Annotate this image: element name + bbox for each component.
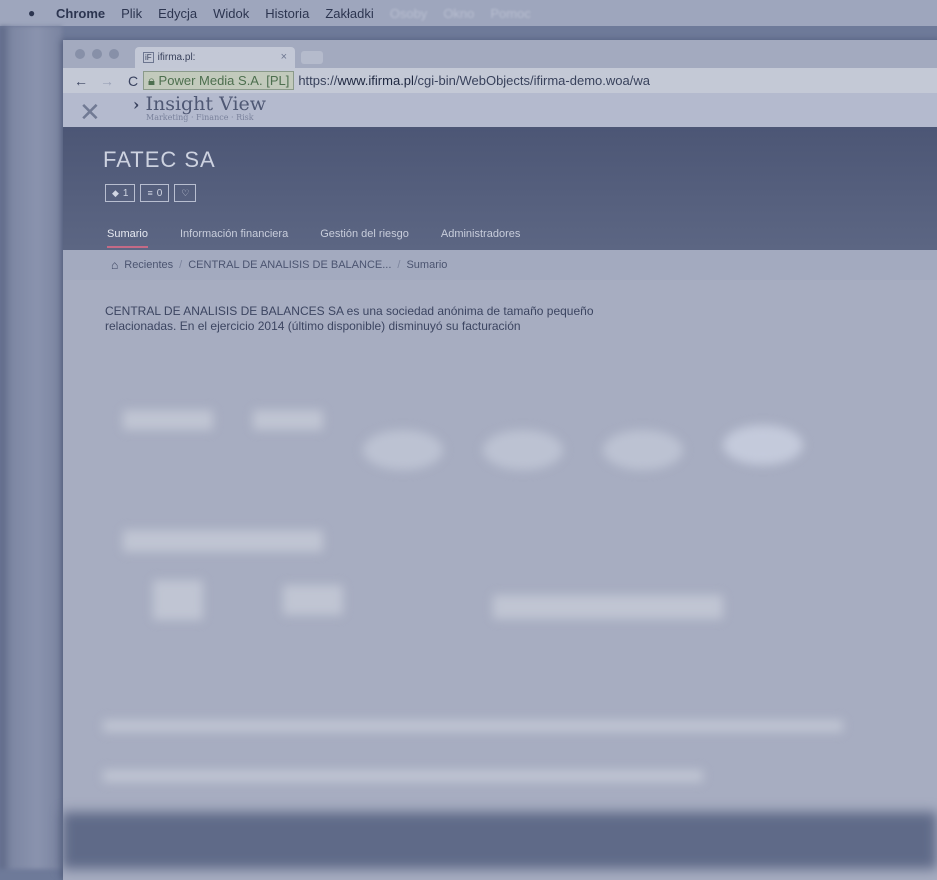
close-window-button[interactable] — [75, 49, 85, 59]
minimize-window-button[interactable] — [92, 49, 102, 59]
breadcrumb-recientes[interactable]: Recientes — [124, 259, 173, 271]
tab-informacion-financiera[interactable]: Información financiera — [180, 228, 288, 248]
chevron-right-icon: › — [133, 95, 140, 114]
tab-title: ifirma.pl: — [157, 52, 196, 63]
summary-gauge — [603, 430, 683, 470]
browser-toolbar: ← → C 🔒︎ Power Media S.A. [PL] https://w… — [63, 68, 937, 93]
new-tab-button[interactable] — [301, 51, 323, 64]
summary-chart-bar — [153, 580, 203, 620]
summary-stat — [253, 410, 323, 430]
url-host: www.ifirma.pl — [337, 73, 414, 88]
close-icon[interactable]: ✕ — [79, 97, 101, 128]
lock-icon: 🔒︎ — [148, 73, 155, 88]
forward-arrow-icon[interactable]: → — [99, 73, 115, 89]
tag-icon: ◆ — [112, 187, 119, 198]
back-arrow-icon[interactable]: ← — [73, 73, 89, 89]
dock — [62, 812, 937, 869]
favorite-badge[interactable]: ♡ — [174, 184, 197, 202]
lists-count: 0 — [156, 187, 163, 199]
insight-view-logo[interactable]: › Insight View — [133, 93, 266, 115]
breadcrumb-current: Sumario — [406, 259, 448, 271]
summary-panel-text — [493, 595, 723, 619]
tab-bar: iF ifirma.pl: × — [63, 40, 937, 68]
summary-gauge — [483, 430, 563, 470]
company-hero: FATEC SA ◆ 1 ≡ 0 ♡ Sumario Información f… — [63, 127, 937, 250]
menu-osoby[interactable]: Osoby — [390, 6, 428, 21]
desktop-background — [0, 26, 62, 869]
close-tab-icon[interactable]: × — [281, 51, 287, 63]
company-name: FATEC SA — [103, 147, 216, 172]
site-header: ✕ › Insight View Marketing · Finance · R… — [63, 93, 937, 127]
summary-content: CENTRAL DE ANALISIS DE BALANCES SA es un… — [63, 280, 937, 880]
menu-widok[interactable]: Widok — [213, 6, 249, 21]
summary-gauge — [723, 425, 803, 465]
tags-badge[interactable]: ◆ 1 — [105, 184, 136, 202]
secure-connection-badge[interactable]: 🔒︎ Power Media S.A. [PL] — [143, 71, 295, 90]
reload-icon[interactable]: C — [125, 73, 141, 89]
menu-okno[interactable]: Okno — [443, 6, 474, 21]
breadcrumb-separator: / — [397, 259, 401, 271]
breadcrumb-separator: / — [179, 259, 183, 271]
apple-icon[interactable]: ● — [28, 6, 40, 20]
logo-title: Insight View — [145, 93, 267, 115]
description-line-2: relacionadas. En el ejercicio 2014 (últi… — [105, 319, 521, 333]
home-icon[interactable]: ⌂ — [111, 258, 118, 272]
summary-panel-header — [123, 530, 323, 552]
section-tabs: Sumario Información financiera Gestión d… — [107, 228, 552, 248]
address-bar[interactable]: 🔒︎ Power Media S.A. [PL] https://www.ifi… — [143, 71, 937, 90]
lists-badge[interactable]: ≡ 0 — [140, 184, 170, 202]
tab-gestion-del-riesgo[interactable]: Gestión del riesgo — [320, 228, 409, 248]
breadcrumb: ⌂ Recientes / CENTRAL DE ANALISIS DE BAL… — [63, 250, 937, 281]
summary-chart-bar — [283, 585, 343, 615]
menu-plik[interactable]: Plik — [121, 6, 142, 21]
zoom-window-button[interactable] — [109, 49, 119, 59]
browser-tab[interactable]: iF ifirma.pl: × — [135, 47, 295, 68]
company-badges: ◆ 1 ≡ 0 ♡ — [105, 184, 197, 202]
tags-count: 1 — [122, 187, 129, 199]
url-prefix: https:// — [298, 73, 338, 88]
ifirma-favicon-icon: iF — [143, 52, 154, 63]
menu-edycja[interactable]: Edycja — [158, 6, 197, 21]
menu-bar: ● Chrome Plik Edycja Widok Historia Zakł… — [0, 0, 937, 26]
logo-subtitle: Marketing · Finance · Risk — [146, 113, 254, 122]
summary-gauge — [363, 430, 443, 470]
company-description: CENTRAL DE ANALISIS DE BALANCES SA es un… — [105, 304, 925, 334]
menu-zakladki[interactable]: Zakładki — [325, 6, 373, 21]
browser-window: iF ifirma.pl: × ← → C 🔒︎ Power Media S.A… — [63, 40, 937, 880]
summary-row — [103, 720, 843, 732]
summary-row — [103, 770, 703, 782]
url-text: https://www.ifirma.pl/cgi-bin/WebObjects… — [298, 73, 650, 88]
menu-app-chrome[interactable]: Chrome — [56, 6, 105, 21]
heart-icon: ♡ — [181, 187, 190, 198]
summary-stat — [123, 410, 213, 430]
url-path: /cgi-bin/WebObjects/ifirma-demo.woa/wa — [413, 73, 650, 88]
breadcrumb-company[interactable]: CENTRAL DE ANALISIS DE BALANCE... — [188, 259, 391, 271]
tab-sumario[interactable]: Sumario — [107, 228, 148, 248]
list-icon: ≡ — [147, 188, 153, 198]
menu-historia[interactable]: Historia — [265, 6, 309, 21]
secure-label: Power Media S.A. [PL] — [158, 73, 290, 88]
menu-pomoc[interactable]: Pomoc — [490, 6, 530, 21]
tab-administradores[interactable]: Administradores — [441, 228, 520, 248]
description-line-1: CENTRAL DE ANALISIS DE BALANCES SA es un… — [105, 304, 594, 318]
